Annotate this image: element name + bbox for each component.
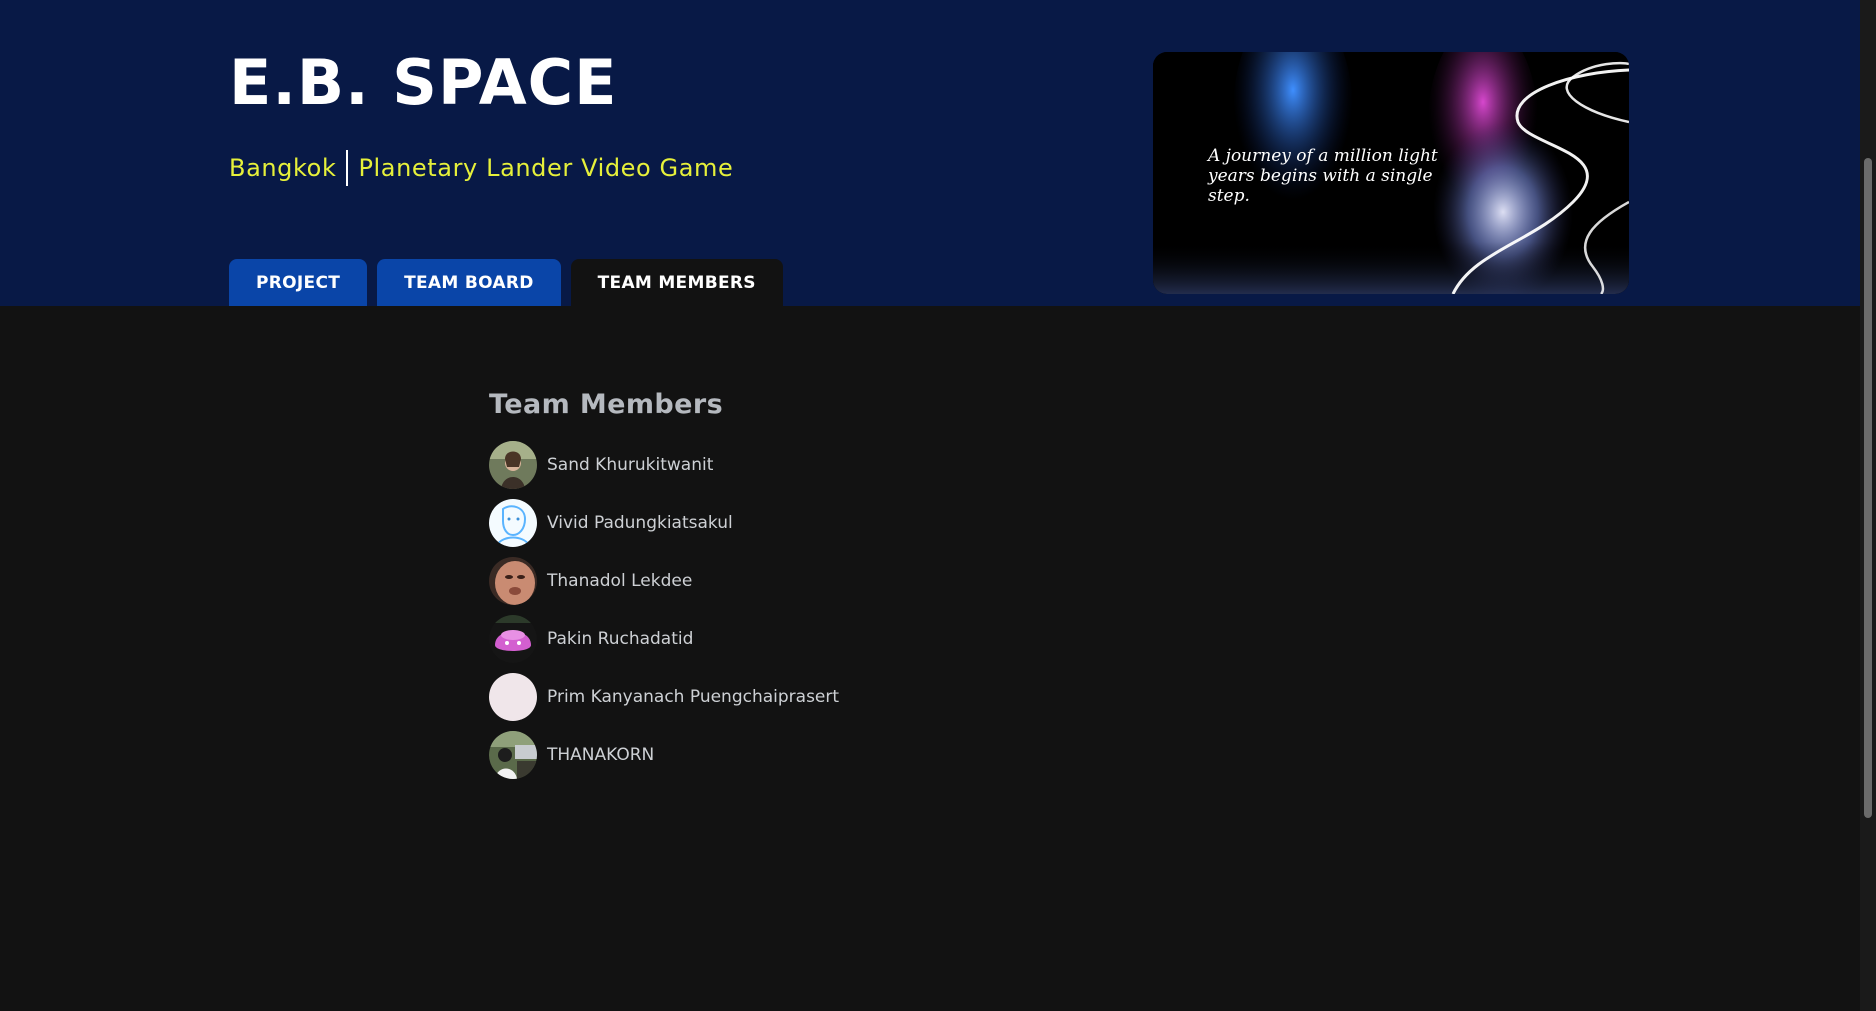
pink-creature-avatar [489, 615, 537, 663]
project-type: Planetary Lander Video Game [358, 154, 734, 182]
member-item[interactable]: Pakin Ruchadatid [489, 615, 839, 663]
site-header: E.B. SPACE Bangkok Planetary Lander Vide… [0, 0, 1860, 306]
member-item[interactable]: Thanadol Lekdee [489, 557, 839, 605]
subtitle-divider [346, 150, 349, 186]
tab-team-members[interactable]: TEAM MEMBERS [570, 259, 783, 306]
blank-avatar [489, 673, 537, 721]
member-name: Vivid Padungkiatsakul [547, 513, 733, 533]
member-name: THANAKORN [547, 745, 655, 765]
member-name: Sand Khurukitwanit [547, 455, 714, 475]
member-item[interactable]: Prim Kanyanach Puengchaiprasert [489, 673, 839, 721]
team-members-section: Team Members Sand Khurukitwanit Vivid Pa… [489, 385, 839, 789]
vertical-scrollbar[interactable] [1860, 0, 1876, 1011]
banner-image: A journey of a million light years begin… [1153, 52, 1629, 294]
page-title: E.B. SPACE [229, 46, 618, 119]
member-item[interactable]: Vivid Padungkiatsakul [489, 499, 839, 547]
face-closeup-avatar [489, 557, 537, 605]
tab-team-board[interactable]: TEAM BOARD [377, 259, 561, 306]
tab-bar: PROJECT TEAM BOARD TEAM MEMBERS [229, 259, 783, 306]
section-title: Team Members [489, 389, 724, 420]
member-list: Sand Khurukitwanit Vivid Padungkiatsakul [489, 441, 839, 779]
scrollbar-thumb[interactable] [1864, 158, 1872, 818]
tab-project[interactable]: PROJECT [229, 259, 368, 306]
photo-avatar [489, 441, 537, 489]
outdoor-photo-avatar [489, 731, 537, 779]
member-name: Prim Kanyanach Puengchaiprasert [547, 687, 840, 707]
member-name: Thanadol Lekdee [547, 571, 693, 591]
banner-quote: A journey of a million light years begin… [1208, 146, 1438, 206]
member-item[interactable]: Sand Khurukitwanit [489, 441, 839, 489]
sketch-avatar [489, 499, 537, 547]
project-location: Bangkok [229, 154, 337, 182]
member-name: Pakin Ruchadatid [547, 629, 694, 649]
project-subtitle: Bangkok Planetary Lander Video Game [229, 150, 733, 186]
member-item[interactable]: THANAKORN [489, 731, 839, 779]
page: E.B. SPACE Bangkok Planetary Lander Vide… [0, 0, 1876, 1011]
